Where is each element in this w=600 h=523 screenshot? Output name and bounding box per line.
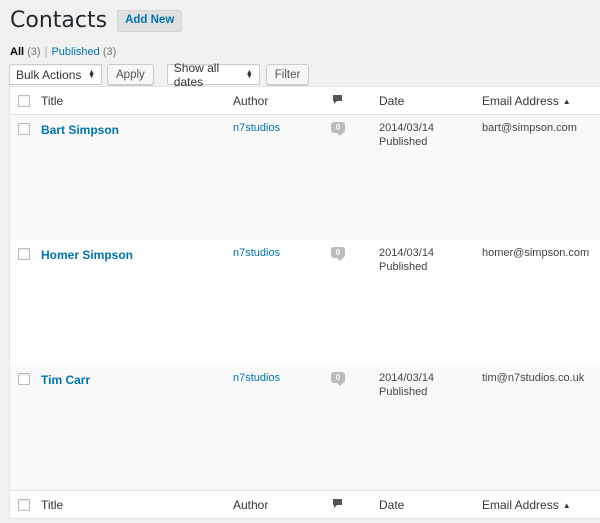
row-date: 2014/03/14 xyxy=(379,122,435,134)
row-title-link[interactable]: Bart Simpson xyxy=(41,123,119,137)
add-new-button[interactable]: Add New xyxy=(117,9,183,32)
row-date: 2014/03/14 xyxy=(379,247,435,259)
filter-button[interactable]: Filter xyxy=(265,64,310,85)
column-date[interactable]: Date xyxy=(379,94,404,108)
bulk-actions-select[interactable]: Bulk Actions ▲ ▼ xyxy=(9,64,102,85)
column-date[interactable]: Date xyxy=(379,498,404,512)
select-all-checkbox[interactable] xyxy=(18,94,30,107)
row-title-link[interactable]: Homer Simpson xyxy=(41,248,133,262)
filter-separator: | xyxy=(44,46,48,58)
table-row: Bart Simpson n7studios 0 2014/03/14 Publ… xyxy=(10,115,600,240)
row-email: homer@simpson.com xyxy=(482,247,590,259)
select-arrows-icon: ▲ ▼ xyxy=(88,68,95,80)
row-date: 2014/03/14 xyxy=(379,372,435,384)
row-title-link[interactable]: Tim Carr xyxy=(41,373,90,387)
select-all-checkbox-footer[interactable] xyxy=(18,498,30,511)
row-author-link[interactable]: n7studios xyxy=(233,122,280,134)
comment-count-bubble[interactable]: 0 xyxy=(331,247,345,261)
column-title[interactable]: Title xyxy=(41,498,63,512)
contacts-table: Title Author Date Email Address ▲ Bart Si… xyxy=(9,86,600,519)
row-status: Published xyxy=(379,386,428,398)
dates-select[interactable]: Show all dates ▲ ▼ xyxy=(166,61,260,89)
row-email: bart@simpson.com xyxy=(482,122,577,134)
comment-count-bubble[interactable]: 0 xyxy=(331,372,345,386)
column-title[interactable]: Title xyxy=(41,94,63,108)
column-author: Author xyxy=(233,497,269,512)
table-row: Tim Carr n7studios 0 2014/03/14 Publishe… xyxy=(10,365,600,490)
row-author-link[interactable]: n7studios xyxy=(233,247,280,259)
row-email: tim@n7studios.co.uk xyxy=(482,372,585,384)
column-email[interactable]: Email Address ▲ xyxy=(482,94,571,108)
sort-ascending-icon: ▲ xyxy=(562,500,571,510)
filter-all[interactable]: All (3) xyxy=(10,46,41,58)
select-arrows-icon: ▲ ▼ xyxy=(245,68,253,80)
filter-published[interactable]: Published (3) xyxy=(51,46,116,58)
column-author: Author xyxy=(233,93,269,108)
comment-icon xyxy=(333,94,342,104)
apply-button[interactable]: Apply xyxy=(107,64,154,85)
row-status: Published xyxy=(379,261,428,273)
comment-icon xyxy=(333,498,342,508)
status-filter-links: All (3) | Published (3) xyxy=(10,46,116,58)
column-comments[interactable] xyxy=(332,94,343,108)
row-checkbox[interactable] xyxy=(18,123,30,135)
sort-ascending-icon: ▲ xyxy=(562,96,571,106)
row-author-link[interactable]: n7studios xyxy=(233,372,280,384)
column-email[interactable]: Email Address ▲ xyxy=(482,498,571,512)
column-comments[interactable] xyxy=(332,498,343,512)
row-checkbox[interactable] xyxy=(18,248,30,260)
table-row: Homer Simpson n7studios 0 2014/03/14 Pub… xyxy=(10,240,600,365)
page-header: Contacts Add New xyxy=(10,8,183,33)
table-toolbar: Bulk Actions ▲ ▼ Apply Show all dates ▲ ▼ … xyxy=(9,61,310,89)
table-header: Title Author Date Email Address ▲ xyxy=(10,87,600,115)
table-footer: Title Author Date Email Address ▲ xyxy=(10,490,600,518)
row-status: Published xyxy=(379,136,428,148)
page-title: Contacts xyxy=(10,8,108,33)
row-checkbox[interactable] xyxy=(18,373,30,385)
comment-count-bubble[interactable]: 0 xyxy=(331,122,345,136)
